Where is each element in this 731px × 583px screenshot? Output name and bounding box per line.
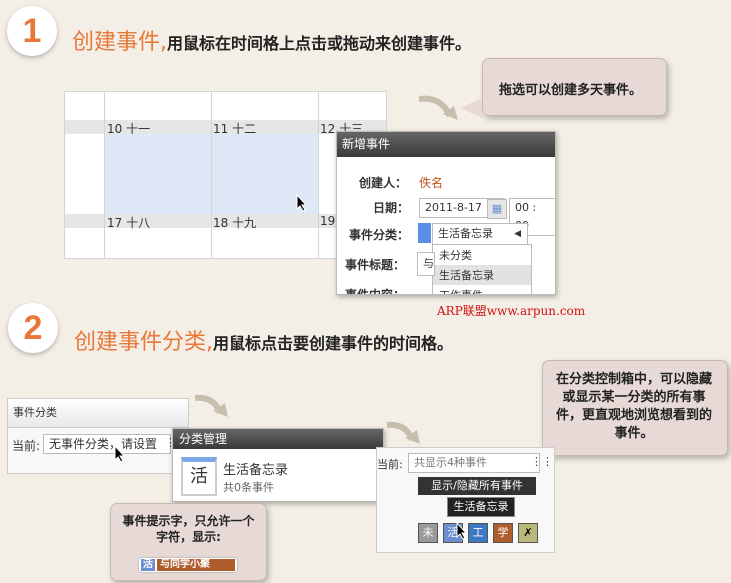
category-filter-display[interactable]: 共显示4种事件 [408,453,540,473]
current-label: 当前: [12,439,41,453]
step1-description: 用鼠标在时间格上点击或拖动来创建事件。 [167,34,472,53]
grid-divider [318,92,319,258]
category-color-swatch [418,223,431,243]
drag-tip-callout: 拖选可以创建多天事件。 [482,58,667,116]
tip-sample: 活 与同学小聚 [139,558,237,572]
panel-title: 事件分类 [8,399,188,428]
sample-label: 与同学小聚 [157,559,235,571]
step-number: 2 [23,308,43,347]
category-option[interactable]: 工作事件 [433,285,531,294]
current-label: 当前: [377,458,403,471]
drag-tip-text: 拖选可以创建多天事件。 [499,83,643,98]
tip-text: 事件提示字，只允许一个字符，显示: [122,514,255,544]
event-category-panel: 事件分类 当前: 无事件分类，请设置 ⋮⋮ [7,398,189,474]
sample-char: 活 [141,559,155,571]
panel-title: 分类管理 [173,429,383,449]
step-number-badge: 2 [8,303,58,353]
category-toggle-button[interactable]: 未 [418,523,438,543]
category-icon[interactable]: 活 [181,457,217,496]
category-option[interactable]: 生活备忘录 [433,265,531,285]
day-cell-label: 17 十八 [107,216,151,230]
category-manager-panel: 分类管理 活 生活备忘录 共0条事件 [172,428,384,502]
curved-arrow-icon [418,95,458,120]
category-name[interactable]: 生活备忘录 [223,459,288,478]
mouse-cursor-icon [114,445,126,463]
calendar-picker-icon[interactable]: ▦ [487,199,507,219]
curved-arrow-icon [194,394,228,417]
category-toggle-button[interactable]: ✗ [518,523,538,543]
subject-label: 事件标题： [345,258,406,272]
content-label: 事件内容： [345,288,406,295]
date-label: 日期： [373,201,410,215]
dialog-title: 新增事件 [337,132,555,157]
step2-heading: 创建事件分类,用鼠标点击要创建事件的时间格。 [74,324,453,356]
step2-description: 用鼠标点击要创建事件的时间格。 [213,334,454,353]
category-toggle-button[interactable]: 工 [468,523,488,543]
step1-title: 创建事件, [72,30,167,55]
step-number-badge: 1 [7,6,57,56]
category-selected: 生活备忘录 [438,227,493,240]
grid-divider [211,92,212,258]
category-option[interactable]: 未分类 [433,245,531,265]
step-number: 1 [22,11,42,50]
watermark: ARP联盟www.arpun.com [437,304,586,318]
category-select[interactable]: 生活备忘录 ◀ [432,223,528,245]
tooltip: 生活备忘录 [447,497,515,517]
category-dropdown[interactable]: 未分类 生活备忘录 工作事件 [432,244,532,294]
mouse-cursor-icon [456,522,468,540]
step1-heading: 创建事件,用鼠标在时间格上点击或拖动来创建事件。 [72,24,471,56]
tip-char-callout: 事件提示字，只允许一个字符，显示: 活 与同学小聚 [110,503,267,581]
category-selector[interactable]: 无事件分类，请设置 [43,434,171,454]
subject-input[interactable]: 与 [417,252,435,276]
grid-divider [104,92,105,258]
step2-title: 创建事件分类, [74,330,213,355]
category-count: 共0条事件 [223,481,274,494]
day-cell-label: 18 十九 [213,216,257,230]
category-box-callout: 在分类控制箱中，可以隐藏或显示某一分类的所有事件，更直观地浏览想看到的事件。 [542,360,728,456]
grid-menu-icon[interactable]: ⋮⋮ [531,456,553,467]
mouse-cursor-icon [296,194,308,212]
category-label: 事件分类： [349,228,410,242]
creator-value: 佚名 [419,176,444,190]
curved-arrow-icon [386,421,420,444]
creator-label: 创建人： [359,176,408,190]
category-icon-char: 活 [190,466,208,487]
caret-left-icon: ◀ [514,229,521,239]
toggle-all-button[interactable]: 显示/隐藏所有事件 [418,477,536,495]
category-box-tip: 在分类控制箱中，可以隐藏或显示某一分类的所有事件，更直观地浏览想看到的事件。 [555,372,712,441]
day-cell-label: 19 [320,214,336,228]
new-event-dialog: 新增事件 创建人： 佚名 日期： 2011-8-17 ▦ 00 : 00 事件分… [336,131,556,295]
callout-pointer [460,98,482,118]
category-toggle-button[interactable]: 学 [493,523,513,543]
